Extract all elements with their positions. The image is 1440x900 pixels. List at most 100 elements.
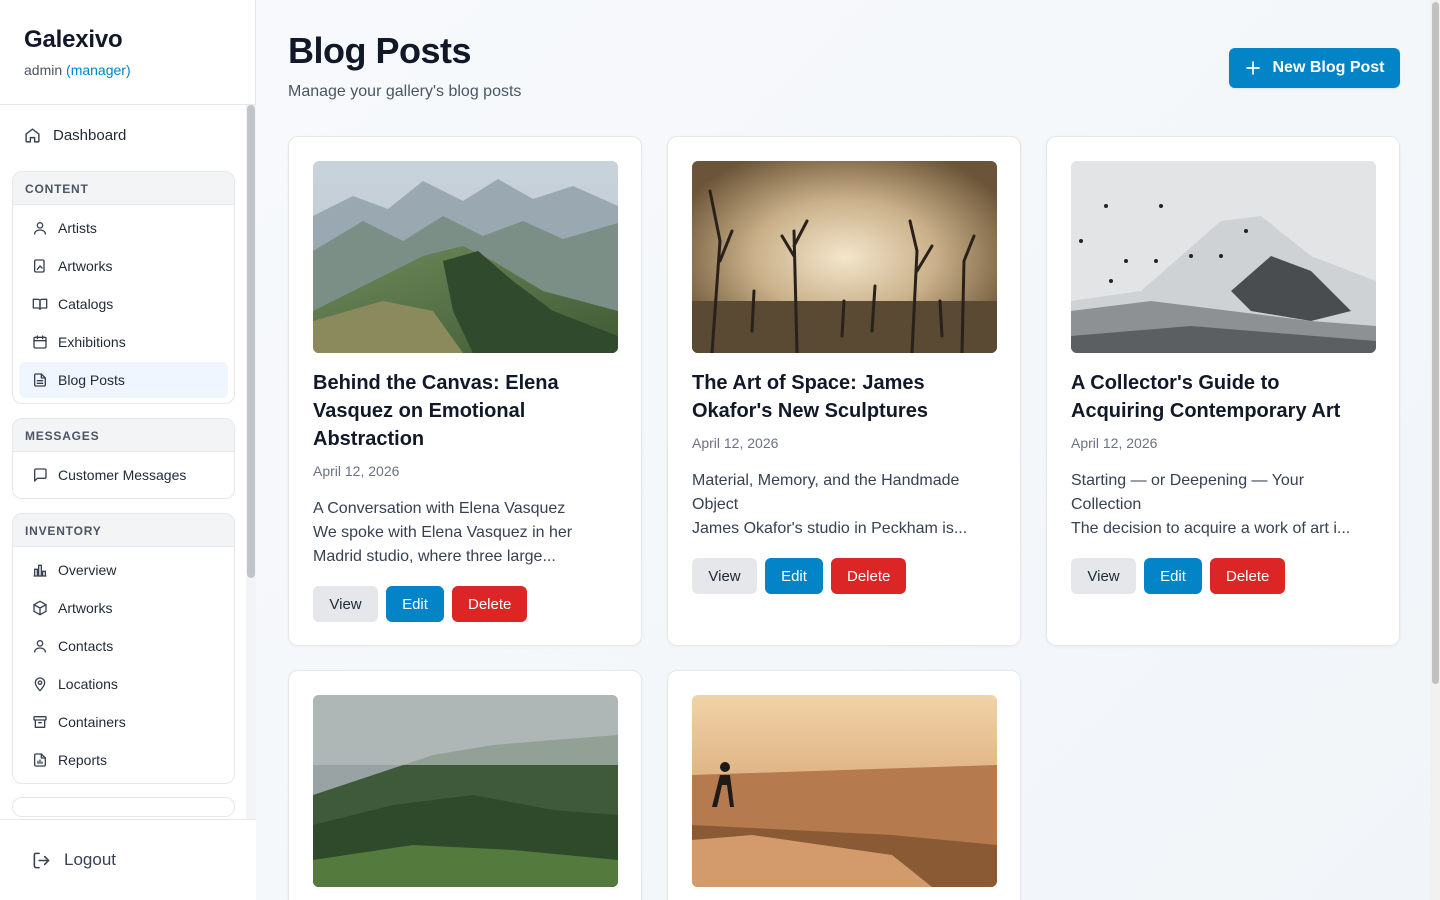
user-icon [34,222,46,235]
sidebar-item-label: Overview [58,562,117,578]
sidebar-item-label: Artworks [58,600,113,616]
post-date: April 12, 2026 [313,463,400,479]
sidebar-item-dashboard[interactable]: Dashboard [24,127,126,144]
user-role: (manager) [66,62,131,78]
sidebar-item-artists[interactable]: Artists [19,210,228,246]
sidebar-item-label: Containers [58,714,126,730]
sidebar-item-overview[interactable]: Overview [19,552,228,588]
sidebar-scrollbar-thumb[interactable] [247,105,255,578]
blog-post-card: Behind the Canvas: Elena Vasquez on Emot… [288,136,642,646]
snowy-mountain-birds-photo [1071,161,1376,353]
mountain-ridge-photo [313,161,618,353]
post-image[interactable] [1071,161,1376,353]
view-button[interactable]: View [1071,558,1136,594]
sidebar-item-label: Contacts [58,638,114,654]
map-pin-icon [34,677,46,692]
sidebar-item-label: Reports [58,752,108,768]
user-name: admin [24,62,63,78]
logout-label: Logout [64,850,116,869]
palette-icon [34,259,45,273]
post-title[interactable]: A Collector's Guide to Acquiring Contemp… [1071,369,1371,425]
sidebar-item-locations[interactable]: Locations [19,666,228,702]
current-user: admin (manager) [24,62,231,78]
user-icon [34,640,46,653]
sidebar-item-customer-messages[interactable]: Customer Messages [19,457,228,493]
excerpt-line: We spoke with Elena Vasquez in her [313,524,573,541]
home-icon [25,128,40,143]
post-actions: View Edit Delete [692,558,906,594]
blog-post-card: A Collector's Guide to Acquiring Contemp… [1046,136,1400,646]
post-title[interactable]: The Art of Space: James Okafor's New Scu… [692,369,992,425]
sidebar-item-inventory-artworks[interactable]: Artworks [19,590,228,626]
delete-button[interactable]: Delete [831,558,906,594]
message-icon [34,468,47,482]
plus-icon [1246,61,1261,75]
sidebar-nav: Dashboard CONTENT Artists Artworks Catal… [0,105,256,819]
post-image[interactable] [313,161,618,353]
nav-group-title: INVENTORY [13,514,234,547]
sidebar-item-label: Blog Posts [58,372,125,388]
calendar-icon [33,335,47,349]
edit-button[interactable]: Edit [386,586,444,622]
blog-post-card [288,670,642,900]
page-subtitle: Manage your gallery's blog posts [288,83,522,100]
view-button[interactable]: View [692,558,757,594]
delete-button[interactable]: Delete [452,586,527,622]
sidebar-item-label: Artists [58,220,97,236]
misty-dead-trees-photo [692,161,997,353]
excerpt-line: Madrid studio, where three large... [313,548,556,565]
blog-post-card: The Art of Space: James Okafor's New Scu… [667,136,1021,646]
post-image[interactable] [313,695,618,887]
post-image[interactable] [692,161,997,353]
nav-group-title: MESSAGES [13,419,234,452]
report-icon [34,753,46,767]
edit-button[interactable]: Edit [765,558,823,594]
sidebar-item-label: Locations [58,676,118,692]
archive-icon [33,716,47,728]
nav-group-content: CONTENT Artists Artworks Catalogs Exhibi… [12,171,235,404]
nav-group-collapsed [12,797,235,817]
post-excerpt: Starting — or Deepening — Your Collectio… [1071,469,1371,541]
post-title[interactable]: Behind the Canvas: Elena Vasquez on Emot… [313,369,613,453]
blog-post-card [667,670,1021,900]
sidebar-item-containers[interactable]: Containers [19,704,228,740]
new-blog-post-label: New Blog Post [1272,59,1385,76]
edit-button[interactable]: Edit [1144,558,1202,594]
logout-icon [33,852,50,868]
page-title: Blog Posts [288,30,472,71]
sidebar-item-contacts[interactable]: Contacts [19,628,228,664]
sidebar-item-exhibitions[interactable]: Exhibitions [19,324,228,360]
box-icon [33,600,47,616]
sidebar-footer: Logout [0,819,256,900]
sidebar-item-label: Catalogs [58,296,114,312]
book-open-icon [32,298,48,310]
new-blog-post-button[interactable]: New Blog Post [1229,48,1400,88]
document-icon [34,373,46,387]
page-scrollbar-thumb[interactable] [1432,2,1439,684]
nav-group-title: CONTENT [13,172,234,205]
excerpt-line: Material, Memory, and the Handmade [692,472,960,489]
view-button[interactable]: View [313,586,378,622]
delete-button[interactable]: Delete [1210,558,1285,594]
logout-button[interactable]: Logout [32,850,116,870]
nav-group-messages: MESSAGES Customer Messages [12,418,235,499]
sunset-sea-fisherman-photo [692,695,997,887]
sidebar-item-catalogs[interactable]: Catalogs [19,286,228,322]
excerpt-line: James Okafor's studio in Peckham is... [692,520,968,537]
brand-name: Galexivo [24,26,123,53]
sidebar-item-reports[interactable]: Reports [19,742,228,778]
sidebar-item-artworks[interactable]: Artworks [19,248,228,284]
nav-group-inventory: INVENTORY Overview Artworks Contacts Loc… [12,513,235,784]
sidebar-item-blog-posts[interactable]: Blog Posts [19,362,228,398]
post-actions: View Edit Delete [313,586,527,622]
post-excerpt: Material, Memory, and the Handmade Objec… [692,469,992,541]
excerpt-line: Collection [1071,496,1142,513]
excerpt-line: Starting — or Deepening — Your [1071,472,1305,489]
post-excerpt: A Conversation with Elena Vasquez We spo… [313,497,613,569]
excerpt-line: Object [692,496,739,513]
sidebar-item-label: Exhibitions [58,334,126,350]
sidebar-item-label: Dashboard [53,127,127,144]
sidebar-item-label: Artworks [58,258,113,274]
post-image[interactable] [692,695,997,887]
excerpt-line: A Conversation with Elena Vasquez [313,500,566,517]
